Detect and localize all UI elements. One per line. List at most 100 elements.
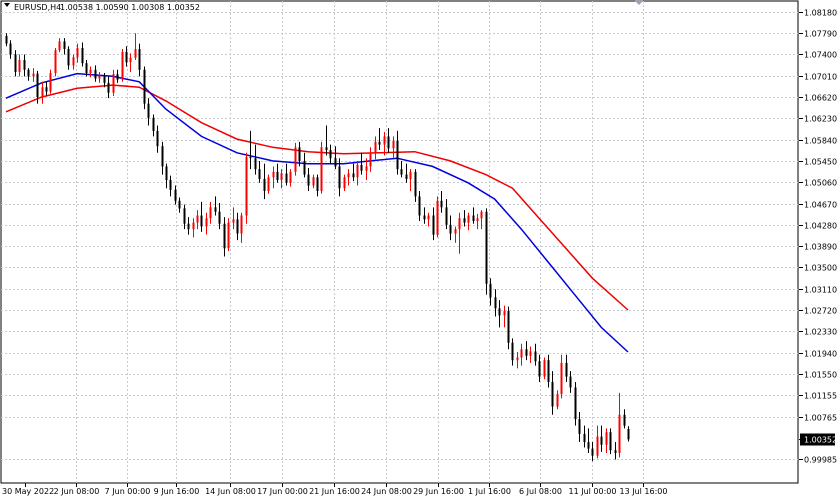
candle-body <box>161 146 164 167</box>
candle-body <box>507 311 510 343</box>
candle-body <box>409 171 412 179</box>
candle-body <box>489 283 492 298</box>
x-tick-label: 13 Jul 16:00 <box>620 487 668 496</box>
candle-body <box>27 69 30 77</box>
candle-body <box>263 178 266 191</box>
candle-body <box>236 219 239 234</box>
candle-body <box>276 171 279 181</box>
candle-body <box>81 47 84 64</box>
candle-body <box>18 59 21 72</box>
candle-body <box>503 311 506 316</box>
candle-body <box>436 200 439 235</box>
price-chart[interactable]: 1.08180 1.07790 1.07400 1.07010 1.06620 1.062… <box>0 0 837 497</box>
candle-body <box>405 174 408 179</box>
candle-body <box>609 432 612 451</box>
candle-body <box>423 215 426 220</box>
y-tick-label: 1.01550 <box>804 371 837 380</box>
candle-body <box>285 173 288 183</box>
candle-body <box>165 166 168 181</box>
candle-body <box>134 49 137 58</box>
candle-body <box>485 211 488 284</box>
bull-candle <box>320 141 323 194</box>
x-tick-label: 7 Jun 00:00 <box>105 487 151 496</box>
x-tick-label: 21 Jun 16:00 <box>309 487 360 496</box>
bull-candle <box>245 152 248 224</box>
bull-candle <box>121 49 124 82</box>
symbol-label: EURUSD,H4 <box>14 3 61 12</box>
candle-body <box>343 177 346 189</box>
candle-body <box>543 360 546 377</box>
candle-body <box>356 164 359 178</box>
candle-body <box>387 136 390 149</box>
bull-candle <box>54 47 57 77</box>
candle-body <box>623 414 626 426</box>
candle-body <box>392 140 395 149</box>
candle-body <box>525 349 528 356</box>
candle-body <box>5 35 8 44</box>
candle-body <box>258 169 261 179</box>
candle-body <box>94 69 97 79</box>
y-tick-label: 1.06230 <box>804 115 837 124</box>
candle-body <box>565 362 568 377</box>
bull-candle <box>49 69 52 94</box>
candle-body <box>32 73 35 77</box>
candle-body <box>600 436 603 445</box>
candle-body <box>583 433 586 443</box>
candle-body <box>41 87 44 98</box>
candle-body <box>125 51 128 63</box>
candle-body <box>232 219 235 223</box>
candle-body <box>556 394 559 407</box>
candle-body <box>249 157 252 159</box>
candle-body <box>14 54 17 72</box>
candle-body <box>498 308 501 316</box>
candle-body <box>516 357 519 361</box>
chart-window[interactable]: 1.08180 1.07790 1.07400 1.07010 1.06620 1.062… <box>0 0 837 497</box>
candle-body <box>9 43 12 55</box>
x-tick-label: 29 Jun 16:00 <box>413 487 464 496</box>
x-tick-label: 6 Jul 08:00 <box>519 487 562 496</box>
bull-candle <box>543 357 546 380</box>
candle-body <box>400 169 403 175</box>
candle-body <box>67 49 70 66</box>
y-tick-label: 1.05450 <box>804 158 837 167</box>
candle-body <box>440 200 443 208</box>
candle-body <box>360 164 363 171</box>
candle-body <box>560 362 563 395</box>
candle-body <box>547 360 550 383</box>
candle-body <box>316 177 319 191</box>
candle-body <box>54 50 57 74</box>
candle-body <box>378 141 381 145</box>
candle-body <box>218 211 221 224</box>
candle-body <box>121 51 124 80</box>
x-tick-label: 9 Jun 16:00 <box>154 487 200 496</box>
y-tick-label: 1.04280 <box>804 222 837 231</box>
candle-body <box>534 351 537 362</box>
y-tick-label: 1.03500 <box>804 264 837 273</box>
candle-body <box>591 448 594 456</box>
candle-body <box>618 414 621 453</box>
y-tick-label: 1.07400 <box>804 51 837 60</box>
candle-body <box>289 171 292 183</box>
candle-body <box>480 211 483 219</box>
candle-body <box>187 223 190 230</box>
y-tick-label: 1.05060 <box>804 179 837 188</box>
bear-candle <box>485 208 488 295</box>
candle-body <box>298 147 301 161</box>
candle-body <box>183 208 186 224</box>
candle-body <box>312 177 315 186</box>
candle-body <box>178 200 181 209</box>
candle-body <box>116 74 119 80</box>
candle-body <box>254 158 257 170</box>
bear-candle <box>609 428 612 455</box>
bull-candle <box>436 196 439 238</box>
candle-body <box>605 432 608 445</box>
candle-body <box>205 218 208 227</box>
y-tick-label: 1.01940 <box>804 350 837 359</box>
candle-body <box>152 117 155 131</box>
bull-candle <box>294 142 297 176</box>
candle-body <box>267 177 270 191</box>
candle-body <box>329 150 332 159</box>
candle-body <box>107 82 110 93</box>
candle-body <box>45 87 48 92</box>
candle-body <box>227 222 230 249</box>
